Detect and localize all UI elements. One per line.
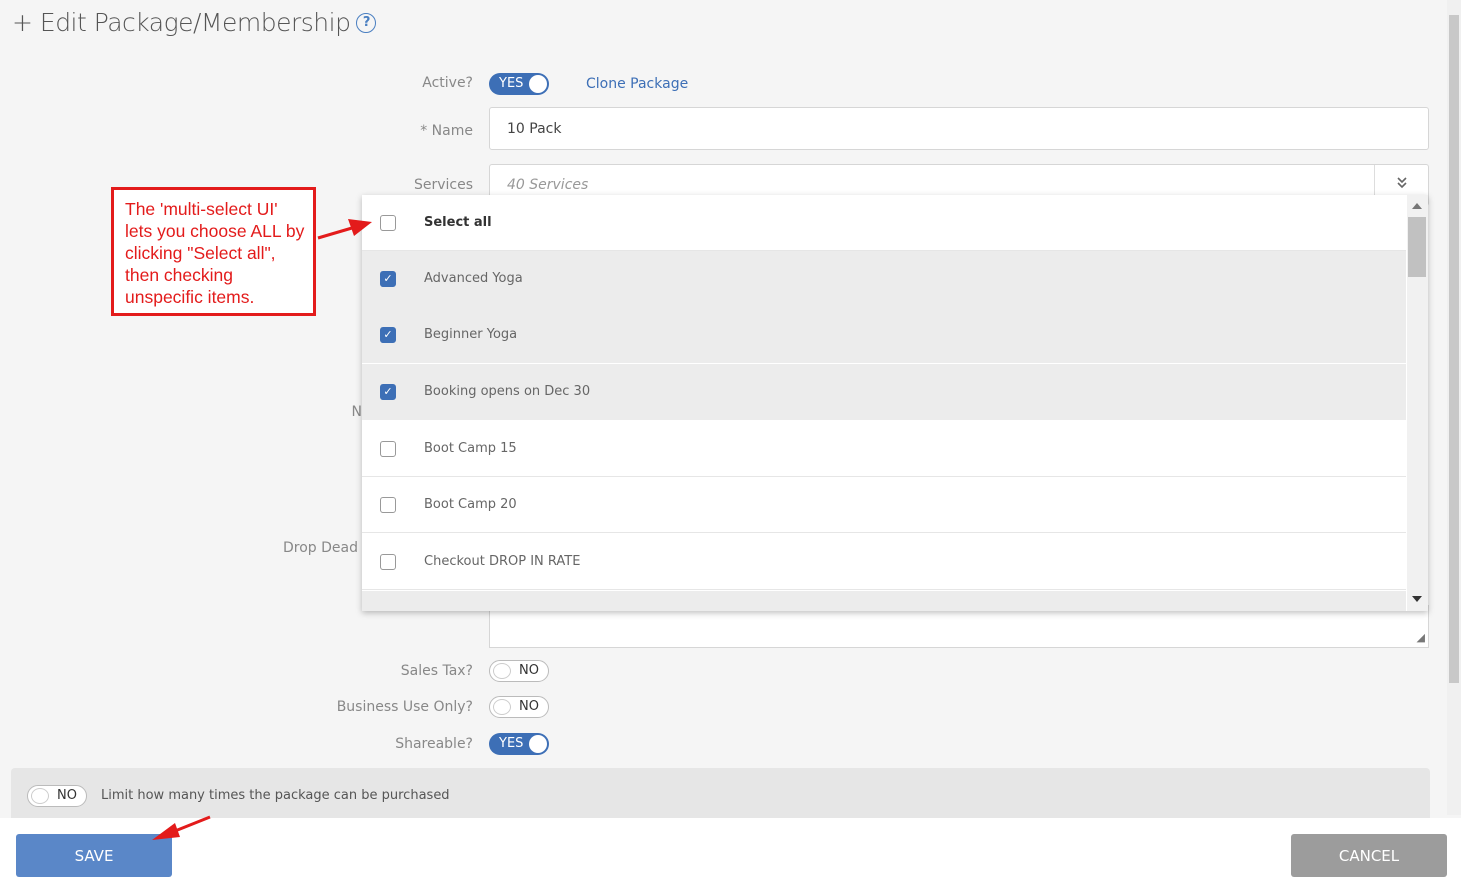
list-item[interactable]: Boot Camp 20 [362, 477, 1406, 533]
name-input-value: 10 Pack [507, 120, 562, 137]
drop-dead-label: Drop Dead [283, 540, 358, 556]
list-item-label: Boot Camp 15 [424, 441, 517, 456]
limit-toggle-text: NO [57, 788, 77, 803]
description-textarea[interactable]: ◢ [489, 605, 1429, 648]
name-input[interactable]: 10 Pack [489, 107, 1429, 150]
select-all-checkbox[interactable] [380, 214, 396, 231]
shareable-label: Shareable? [395, 736, 473, 752]
toggle-knob [493, 699, 511, 715]
page-scrollbar-thumb[interactable] [1449, 15, 1459, 683]
list-item[interactable]: ✓ Beginner Yoga [362, 307, 1406, 363]
select-all-row[interactable]: Select all [362, 195, 1406, 251]
toggle-knob [493, 663, 511, 679]
sales-tax-toggle[interactable]: NO [489, 660, 549, 682]
checkbox-checked[interactable]: ✓ [380, 326, 396, 343]
select-all-label: Select all [424, 215, 492, 230]
save-button[interactable]: SAVE [16, 834, 172, 877]
dropdown-scrollbar-thumb[interactable] [1408, 217, 1426, 277]
list-item-partial[interactable] [362, 591, 1406, 611]
scroll-down-icon[interactable] [1412, 596, 1422, 602]
list-item-label: Checkout DROP IN RATE [424, 554, 581, 569]
hidden-label-n: N [351, 404, 362, 420]
page-title-text: + Edit Package/Membership [12, 8, 351, 37]
checkbox[interactable] [380, 440, 396, 457]
clone-package-link[interactable]: Clone Package [586, 76, 688, 92]
list-item-label: Boot Camp 20 [424, 497, 517, 512]
list-item-label: Advanced Yoga [424, 271, 523, 286]
name-label: * Name [420, 123, 473, 139]
shareable-toggle-text: YES [499, 736, 524, 751]
list-item-label: Beginner Yoga [424, 327, 518, 342]
sales-tax-label: Sales Tax? [400, 663, 473, 679]
limit-toggle[interactable]: NO [27, 785, 87, 807]
checkbox[interactable] [380, 553, 396, 570]
page-title: + Edit Package/Membership ? [12, 8, 377, 37]
scroll-up-icon[interactable] [1412, 203, 1422, 209]
toggle-knob [31, 788, 49, 804]
checkbox-checked[interactable]: ✓ [380, 383, 396, 400]
toggle-knob [529, 735, 547, 753]
business-use-label: Business Use Only? [336, 699, 473, 715]
services-select-value: 40 Services [507, 177, 589, 193]
limit-text: Limit how many times the package can be … [101, 788, 450, 803]
question-circle-icon[interactable]: ? [356, 12, 377, 33]
footer-bar [0, 818, 1461, 886]
business-use-toggle[interactable]: NO [489, 696, 549, 718]
chevron-down-icon[interactable] [1374, 165, 1428, 198]
business-use-toggle-text: NO [519, 699, 539, 714]
list-item[interactable]: ✓ Booking opens on Dec 30 [362, 364, 1406, 420]
sales-tax-toggle-text: NO [519, 663, 539, 678]
checkbox-checked[interactable]: ✓ [380, 270, 396, 287]
resize-handle-icon[interactable]: ◢ [1417, 631, 1425, 644]
list-item[interactable]: ✓ Advanced Yoga [362, 251, 1406, 307]
checkbox[interactable] [380, 496, 396, 513]
shareable-toggle[interactable]: YES [489, 733, 549, 755]
toggle-knob [529, 75, 547, 93]
cancel-button[interactable]: CANCEL [1291, 834, 1447, 877]
annotation-callout: The 'multi-select UI' lets you choose AL… [111, 187, 316, 316]
active-toggle-text: YES [499, 76, 524, 91]
active-label: Active? [422, 75, 473, 91]
list-item[interactable]: Boot Camp 15 [362, 421, 1406, 477]
list-item-label: Booking opens on Dec 30 [424, 384, 591, 399]
list-item[interactable]: Checkout DROP IN RATE [362, 534, 1406, 590]
services-dropdown[interactable]: Select all ✓ Advanced Yoga ✓ Beginner Yo… [362, 195, 1428, 611]
active-toggle[interactable]: YES [489, 73, 549, 95]
